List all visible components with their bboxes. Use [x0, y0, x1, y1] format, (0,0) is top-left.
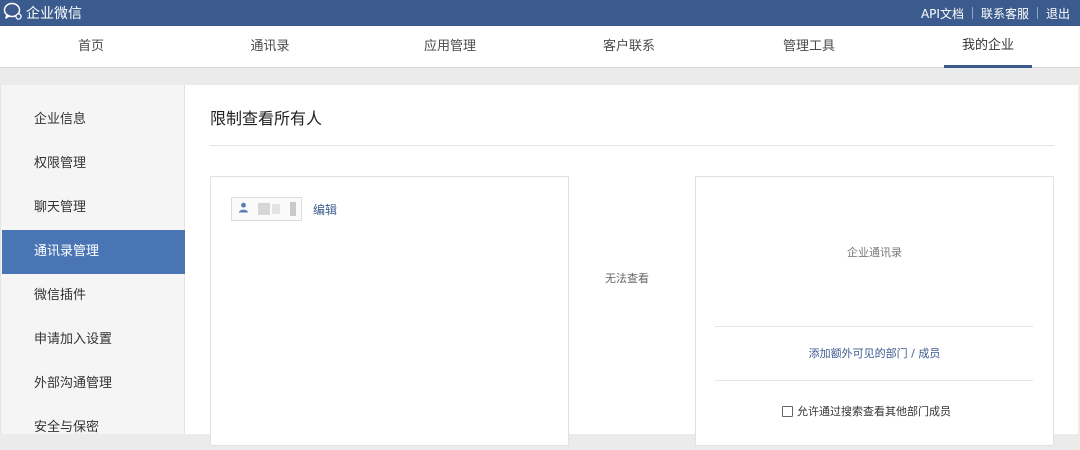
nav-tab-home[interactable]: 首页: [47, 26, 135, 68]
top-links: API文档 联系客服 退出: [913, 0, 1078, 26]
logo[interactable]: 企业微信: [3, 1, 82, 25]
enterprise-contacts-label: 企业通讯录: [847, 246, 902, 259]
top-bar: 企业微信 API文档 联系客服 退出: [0, 0, 1080, 26]
logout-link[interactable]: 退出: [1038, 5, 1078, 22]
divider: [715, 326, 1033, 327]
sidebar-item-join-settings[interactable]: 申请加入设置: [2, 318, 185, 362]
search-permission-checkbox[interactable]: [782, 405, 793, 417]
blurred-name: [290, 202, 296, 216]
add-visible-members-link[interactable]: 添加额外可见的部门 / 成员: [696, 345, 1053, 361]
contact-support-link[interactable]: 联系客服: [973, 5, 1037, 22]
divider: [715, 380, 1033, 381]
member-chip[interactable]: [231, 197, 302, 221]
sidebar-item-permissions[interactable]: 权限管理: [2, 142, 185, 186]
nav-tab-customer[interactable]: 客户联系: [585, 26, 673, 68]
logo-text: 企业微信: [26, 6, 82, 22]
nav-tab-apps[interactable]: 应用管理: [406, 26, 494, 68]
blurred-name: [258, 203, 270, 215]
search-permission-option[interactable]: 允许通过搜索查看其他部门成员: [782, 403, 951, 419]
sidebar-item-chat[interactable]: 聊天管理: [2, 186, 185, 230]
restricted-members-panel: 编辑: [210, 176, 569, 446]
sidebar-item-wechat-plugin[interactable]: 微信插件: [2, 274, 185, 318]
blurred-name: [272, 204, 280, 214]
nav-tab-my-enterprise[interactable]: 我的企业: [944, 26, 1032, 68]
edit-link[interactable]: 编辑: [313, 201, 337, 218]
visible-scope-panel: 企业通讯录 添加额外可见的部门 / 成员 允许通过搜索查看其他部门成员: [695, 176, 1054, 446]
search-permission-label: 允许通过搜索查看其他部门成员: [797, 405, 951, 418]
cannot-view-label: 无法查看: [605, 272, 649, 285]
sidebar-item-contacts-management[interactable]: 通讯录管理: [2, 230, 185, 274]
main-content: 限制查看所有人 编辑 无法查看 企业通讯录 添加额外可见的部门 / 成员 允许通…: [185, 85, 1078, 446]
sidebar: 企业信息 权限管理 聊天管理 通讯录管理 微信插件 申请加入设置 外部沟通管理 …: [0, 85, 185, 435]
api-docs-link[interactable]: API文档: [913, 5, 972, 22]
chat-bubble-logo-icon: [3, 1, 23, 25]
sidebar-item-security[interactable]: 安全与保密: [2, 406, 185, 450]
sidebar-item-enterprise-info[interactable]: 企业信息: [2, 98, 185, 142]
divider: [210, 145, 1054, 146]
sidebar-item-external-communication[interactable]: 外部沟通管理: [2, 362, 185, 406]
nav-tab-contacts[interactable]: 通讯录: [226, 26, 314, 68]
user-icon: [238, 202, 249, 217]
nav-tab-tools[interactable]: 管理工具: [765, 26, 853, 68]
main-nav: 首页 通讯录 应用管理 客户联系 管理工具 我的企业: [0, 26, 1080, 68]
page-title: 限制查看所有人: [210, 109, 323, 128]
